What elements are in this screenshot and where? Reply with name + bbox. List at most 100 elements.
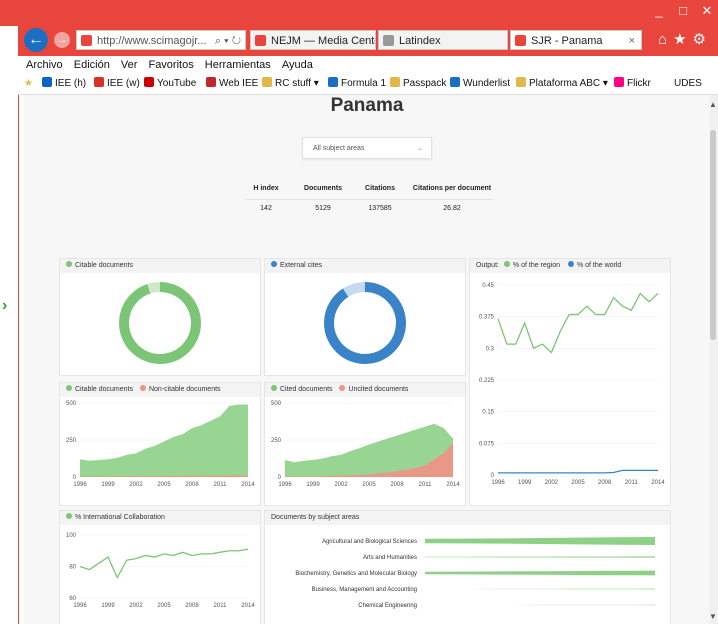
legend-label: Cited documents [280,386,333,393]
legend-dot [339,385,346,391]
tab-label: NEJM — Media Center - ... [271,35,375,47]
forward-button[interactable]: → [54,32,70,48]
y-tick-label: 0.225 [479,378,495,384]
menu-item-herramientas[interactable]: Herramientas [205,56,271,74]
x-tick-label: 2008 [598,480,612,486]
donut-slice [147,282,161,294]
x-tick-label: 1999 [518,480,532,486]
menu-item-ver[interactable]: Ver [121,56,138,74]
x-tick-label: 2005 [157,482,171,488]
tab-favicon-icon [255,35,266,46]
stats-divider [246,199,494,200]
y-tick-label: 0 [491,473,495,479]
address-controls[interactable]: ⌕ ▾ ↻ [215,31,241,49]
panel-documents-by-subject: Documents by subject areas Agricultural … [264,510,671,624]
subject-area-band [425,588,655,590]
y-tick-label: 250 [66,438,77,444]
panel-citable-vs-non-citable: Citable documents Non-citable documents … [59,382,261,506]
favorite-youtube[interactable]: YouTube [144,77,196,91]
y-tick-label: 0.3 [486,346,495,352]
y-tick-label: 500 [66,401,77,407]
favorite-wunderlist[interactable]: Wunderlist [450,77,510,91]
x-tick-label: 2005 [571,480,585,486]
home-icon[interactable]: ⌂ [658,31,673,48]
x-tick-label: 2002 [129,482,143,488]
subject-area-select[interactable]: All subject areas ⌄ [302,137,432,159]
citable-area-chart: 0 250 500 1996 1999 2002 2005 2008 2011 2014 [66,401,255,488]
subject-label: Chemical Engineering [358,603,417,609]
x-tick-label: 2008 [390,482,404,488]
page-content: Panama All subject areas ⌄ H index Docum… [24,95,710,624]
tab-latindex[interactable]: Latindex [378,30,508,50]
tab-close-button[interactable]: × [629,31,635,49]
favorite-udes[interactable]: UDES [674,77,702,91]
left-window-edge [0,26,19,624]
gear-icon[interactable]: ⚙ [693,31,712,48]
youtube-icon [144,77,154,87]
tab-sjr-panama[interactable]: SJR - Panama × [510,30,642,50]
chevron-down-icon: ⌄ [417,145,423,152]
y-tick-label: 0.375 [479,315,495,321]
menu-bar: Archivo Edición Ver Favoritos Herramient… [18,56,718,74]
scrollbar-thumb[interactable] [710,130,716,340]
star-icon[interactable]: ★ [673,31,692,48]
x-tick-label: 1996 [491,480,505,486]
menu-item-edicion[interactable]: Edición [74,56,110,74]
favorite-flickr[interactable]: Flickr [614,77,651,91]
expand-arrow-icon[interactable]: › [2,297,7,315]
menu-item-favoritos[interactable]: Favoritos [148,56,193,74]
panel-header: Cited documents Uncited documents [265,383,465,397]
scroll-down-icon[interactable]: ▼ [709,612,717,621]
international-collaboration-chart: 60 80 100 1996 1999 2002 2005 2008 2011 2014 [66,533,255,609]
stat-header-h-index: H index [253,185,279,192]
citable-documents-donut-chart [119,282,201,364]
x-tick-label: 2011 [625,480,639,486]
donut-slice [119,282,201,364]
back-button[interactable]: ← [24,28,48,52]
legend-label: Uncited documents [348,386,409,393]
favorites-bar: ★ IEE (h) IEE (w) YouTube Web IEE RC stu… [18,74,718,95]
x-tick-label: 2002 [129,603,143,609]
favorite-formula-1[interactable]: Formula 1 [328,77,386,91]
tab-label: SJR - Panama [531,35,603,47]
tab-nejm[interactable]: NEJM — Media Center - ... [250,30,376,50]
legend-dot [66,513,72,519]
favorite-passpack[interactable]: Passpack [390,77,446,91]
menu-item-ayuda[interactable]: Ayuda [282,56,313,74]
menu-item-archivo[interactable]: Archivo [26,56,63,74]
favorite-plataforma-abc[interactable]: Plataforma ABC ▾ [516,77,608,91]
address-bar[interactable]: http://www.scimagojr... ⌕ ▾ ↻ [76,30,246,50]
page-title: Panama [330,95,404,116]
favorite-iee-h[interactable]: IEE (h) [42,77,86,91]
x-tick-label: 2014 [446,482,460,488]
y-tick-label: 0.075 [479,441,495,447]
scroll-up-icon[interactable]: ▲ [709,100,717,109]
minimize-button[interactable]: _ [646,2,672,20]
tab-favicon-icon [515,35,526,46]
stat-value-h-index: 142 [260,205,272,212]
x-tick-label: 2011 [419,482,433,488]
x-tick-label: 2002 [334,482,348,488]
legend-label: % of the region [512,262,561,269]
panel-header: Documents by subject areas [265,511,670,525]
y-tick-label: 0.15 [482,410,494,416]
favorite-rc-stuff[interactable]: RC stuff ▾ [262,77,319,91]
favorite-iee-w[interactable]: IEE (w) [94,77,140,91]
maximize-button[interactable]: □ [670,2,696,20]
x-tick-label: 1999 [101,482,115,488]
x-tick-label: 2008 [185,482,199,488]
passpack-icon [390,77,400,87]
x-tick-label: 2014 [241,603,255,609]
legend-dot [271,385,277,391]
favorite-web-iee[interactable]: Web IEE [206,77,258,91]
x-tick-label: 2008 [185,603,199,609]
panel-external-cites: External cites [264,258,466,376]
opera-icon [206,77,216,87]
tab-favicon-icon [383,35,394,46]
close-window-button[interactable]: ✕ [694,2,718,20]
y-tick-label: 100 [66,533,77,539]
y-tick-label: 250 [271,438,282,444]
favorites-star-icon[interactable]: ★ [24,77,33,91]
line-series [498,469,658,474]
panel-cited-vs-uncited: Cited documents Uncited documents 0 250 50… [264,382,466,506]
